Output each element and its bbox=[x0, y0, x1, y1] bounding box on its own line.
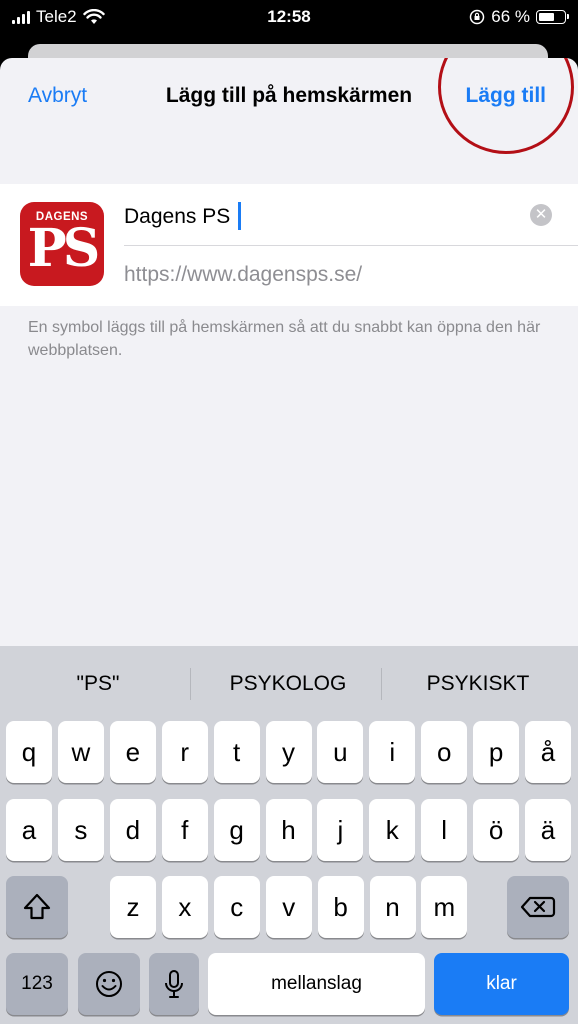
key-row2-0[interactable]: a bbox=[6, 799, 52, 861]
url-label: https://www.dagensps.se/ bbox=[124, 263, 363, 286]
key-row1-2[interactable]: e bbox=[109, 721, 156, 783]
key-row3-4[interactable]: b bbox=[317, 876, 364, 938]
shift-key[interactable] bbox=[6, 876, 68, 938]
name-input[interactable] bbox=[124, 200, 514, 234]
backspace-icon bbox=[520, 896, 556, 918]
emoji-icon bbox=[96, 971, 122, 997]
keyboard: "PS" PSYKOLOG PSYKISKT qwertyuiopå asdfgh… bbox=[0, 646, 578, 1024]
key-row1-9[interactable]: p bbox=[473, 721, 520, 783]
key-row2-5[interactable]: h bbox=[265, 799, 312, 861]
hint-text: En symbol läggs till på hemskärmen så at… bbox=[28, 319, 541, 359]
suggestion-bar: "PS" PSYKOLOG PSYKISKT bbox=[0, 646, 578, 718]
key-row1-6[interactable]: u bbox=[317, 721, 364, 783]
key-row1-4[interactable]: t bbox=[213, 721, 260, 783]
app-icon: DAGENS PS bbox=[20, 202, 104, 286]
form-divider bbox=[124, 245, 578, 246]
key-row2-4[interactable]: g bbox=[213, 799, 260, 861]
key-row1-7[interactable]: i bbox=[369, 721, 416, 783]
key-row1-1[interactable]: w bbox=[57, 721, 104, 783]
key-row1-0[interactable]: q bbox=[6, 721, 52, 783]
clear-text-button[interactable]: ✕ bbox=[530, 204, 552, 226]
suggestion-2[interactable]: PSYKOLOG bbox=[193, 646, 383, 718]
key-row2-6[interactable]: j bbox=[317, 799, 364, 861]
backspace-key[interactable] bbox=[507, 876, 569, 938]
text-caret bbox=[238, 202, 241, 230]
key-row3-1[interactable]: x bbox=[161, 876, 208, 938]
key-row2-2[interactable]: d bbox=[109, 799, 156, 861]
numbers-key[interactable]: 123 bbox=[6, 953, 68, 1015]
highlight-circle bbox=[438, 58, 574, 154]
key-row2-7[interactable]: k bbox=[369, 799, 416, 861]
key-row3-3[interactable]: v bbox=[265, 876, 312, 938]
key-row3-6[interactable]: m bbox=[421, 876, 468, 938]
clear-icon: ✕ bbox=[534, 206, 548, 223]
suggestion-divider bbox=[190, 668, 191, 700]
bookmark-form: DAGENS PS ✕ https://www.dagensps.se/ bbox=[0, 184, 578, 306]
shift-icon bbox=[23, 893, 51, 920]
suggestion-divider bbox=[381, 668, 382, 700]
battery-percent: 66 % bbox=[491, 7, 530, 26]
suggestion-1[interactable]: "PS" bbox=[3, 646, 193, 718]
space-key[interactable]: mellanslag bbox=[208, 953, 425, 1015]
return-key[interactable]: klar bbox=[434, 953, 569, 1015]
battery-icon bbox=[536, 10, 569, 24]
key-row2-10[interactable]: ä bbox=[525, 799, 571, 861]
key-row1-10[interactable]: å bbox=[525, 721, 571, 783]
key-row2-9[interactable]: ö bbox=[473, 799, 520, 861]
key-row3-0[interactable]: z bbox=[110, 876, 156, 938]
key-row1-8[interactable]: o bbox=[421, 721, 468, 783]
microphone-icon bbox=[165, 970, 183, 998]
key-row2-3[interactable]: f bbox=[161, 799, 208, 861]
key-row1-5[interactable]: y bbox=[265, 721, 312, 783]
orientation-lock-icon bbox=[470, 9, 485, 25]
key-row3-5[interactable]: n bbox=[369, 876, 416, 938]
key-row3-2[interactable]: c bbox=[213, 876, 260, 938]
key-row1-3[interactable]: r bbox=[161, 721, 208, 783]
emoji-key[interactable] bbox=[78, 953, 140, 1015]
dictation-key[interactable] bbox=[149, 953, 199, 1015]
suggestion-3[interactable]: PSYKISKT bbox=[383, 646, 573, 718]
key-row2-1[interactable]: s bbox=[57, 799, 104, 861]
key-row2-8[interactable]: l bbox=[421, 799, 468, 861]
app-icon-mark: PS bbox=[27, 218, 101, 279]
status-bar: Tele2 12:58 66 % bbox=[0, 0, 578, 34]
